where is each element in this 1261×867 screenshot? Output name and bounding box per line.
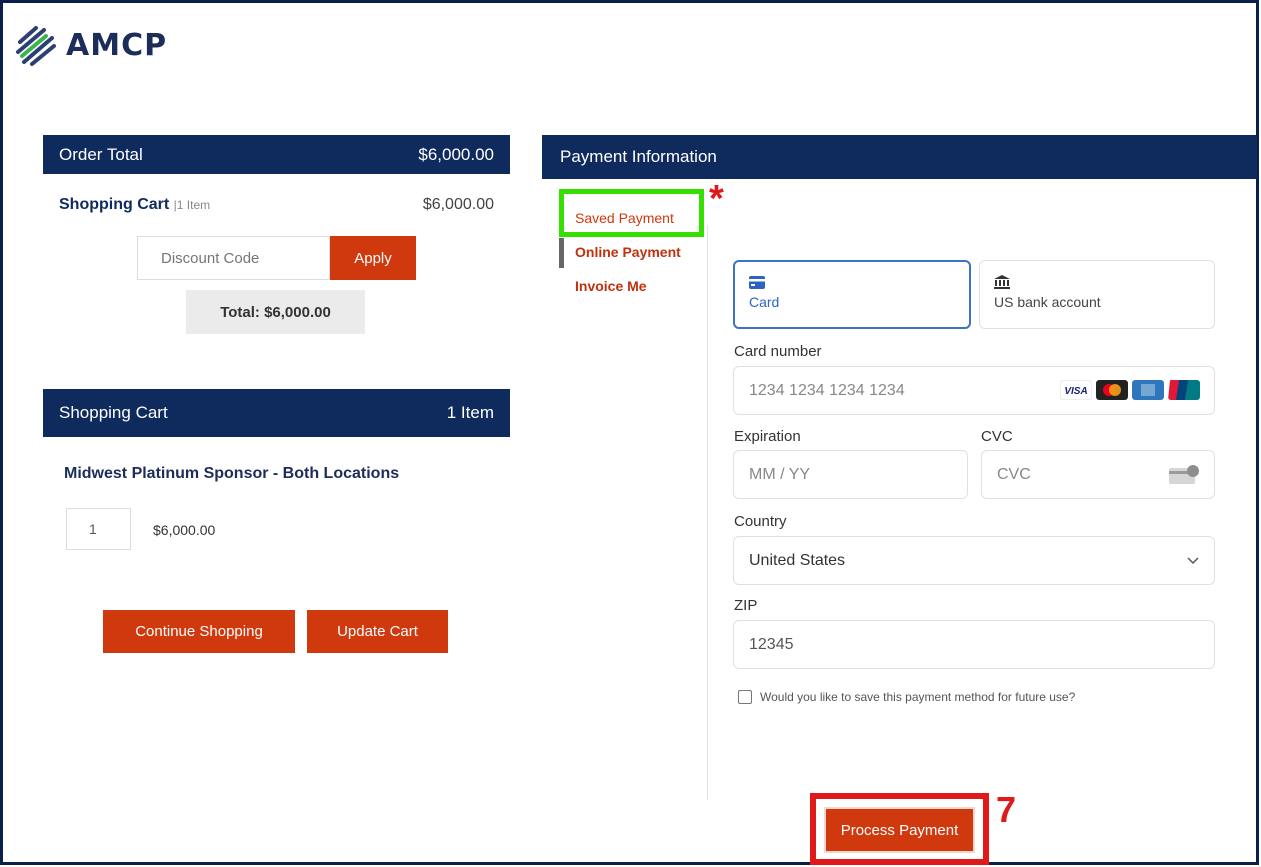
process-payment-button[interactable]: Process Payment [824,807,975,853]
order-total-box: Total: $6,000.00 [186,290,365,334]
amcp-logo-icon [16,26,56,66]
payment-information-label: Payment Information [560,147,717,166]
zip-value: 12345 [749,635,794,653]
payment-method-card-label: Card [749,294,780,310]
order-total-amount: $6,000.00 [418,144,494,164]
bank-icon [994,275,1010,289]
chevron-down-icon [1187,556,1199,564]
unionpay-icon [1168,380,1200,400]
credit-card-icon [749,276,765,289]
order-total-header: Order Total $6,000.00 [43,135,510,174]
order-cart-count: |1 Item [173,198,211,212]
country-select[interactable]: United States [733,536,1215,585]
amcp-logo[interactable]: AMCP [14,22,167,68]
card-number-field[interactable]: 1234 1234 1234 1234 VISA [733,366,1215,415]
card-number-placeholder: 1234 1234 1234 1234 [749,381,905,399]
order-cart-amount: $6,000.00 [422,196,494,213]
product-name: Midwest Platinum Sponsor - Both Location… [64,465,400,482]
mastercard-icon [1096,380,1128,400]
amex-icon [1132,380,1164,400]
visa-icon: VISA [1060,380,1092,400]
payment-information-header: Payment Information [542,135,1257,179]
expiration-field[interactable]: MM / YY [733,450,968,499]
zip-field[interactable]: 12345 [733,620,1215,669]
svg-text:VISA: VISA [1064,386,1087,397]
continue-shopping-button[interactable]: Continue Shopping [103,610,295,653]
quantity-input[interactable] [66,508,131,550]
annotation-asterisk: * [709,178,724,220]
discount-code-input[interactable] [137,236,330,280]
update-cart-button[interactable]: Update Cart [307,610,448,653]
card-number-label: Card number [734,343,822,360]
active-tab-marker [559,238,564,268]
tab-invoice-me[interactable]: Invoice Me [575,278,647,294]
expiration-label: Expiration [734,428,801,445]
country-value: United States [749,551,846,569]
product-price: $6,000.00 [153,522,216,538]
country-label: Country [734,513,787,530]
payment-method-card[interactable]: Card [733,260,971,329]
shopping-cart-label: Shopping Cart [59,403,168,422]
cvc-label: CVC [981,428,1013,445]
logo-text: AMCP [66,27,168,63]
shopping-cart-header: Shopping Cart 1 Item [43,389,510,437]
order-cart-line: Shopping Cart |1 Item $6,000.00 [59,196,494,214]
expiration-placeholder: MM / YY [749,465,811,483]
save-payment-label: Would you like to save this payment meth… [760,690,1076,704]
annotation-step-number: 7 [996,789,1017,830]
payment-method-bank-label: US bank account [994,294,1101,310]
card-brands: VISA [1060,380,1200,400]
tab-online-payment[interactable]: Online Payment [575,244,681,260]
order-cart-label: Shopping Cart [59,196,170,213]
order-total-label: Order Total [59,144,143,164]
tabs-divider [707,225,708,800]
save-payment-option[interactable]: Would you like to save this payment meth… [738,690,1075,704]
cvc-card-icon [1169,464,1199,484]
zip-label: ZIP [734,597,758,614]
apply-button[interactable]: Apply [330,236,416,280]
cvc-field[interactable]: CVC [981,450,1215,499]
cvc-placeholder: CVC [997,465,1031,483]
payment-method-bank[interactable]: US bank account [979,260,1215,329]
save-payment-checkbox[interactable] [738,690,752,704]
saved-payment-highlight [559,189,704,237]
shopping-cart-count: 1 Item [446,403,494,422]
